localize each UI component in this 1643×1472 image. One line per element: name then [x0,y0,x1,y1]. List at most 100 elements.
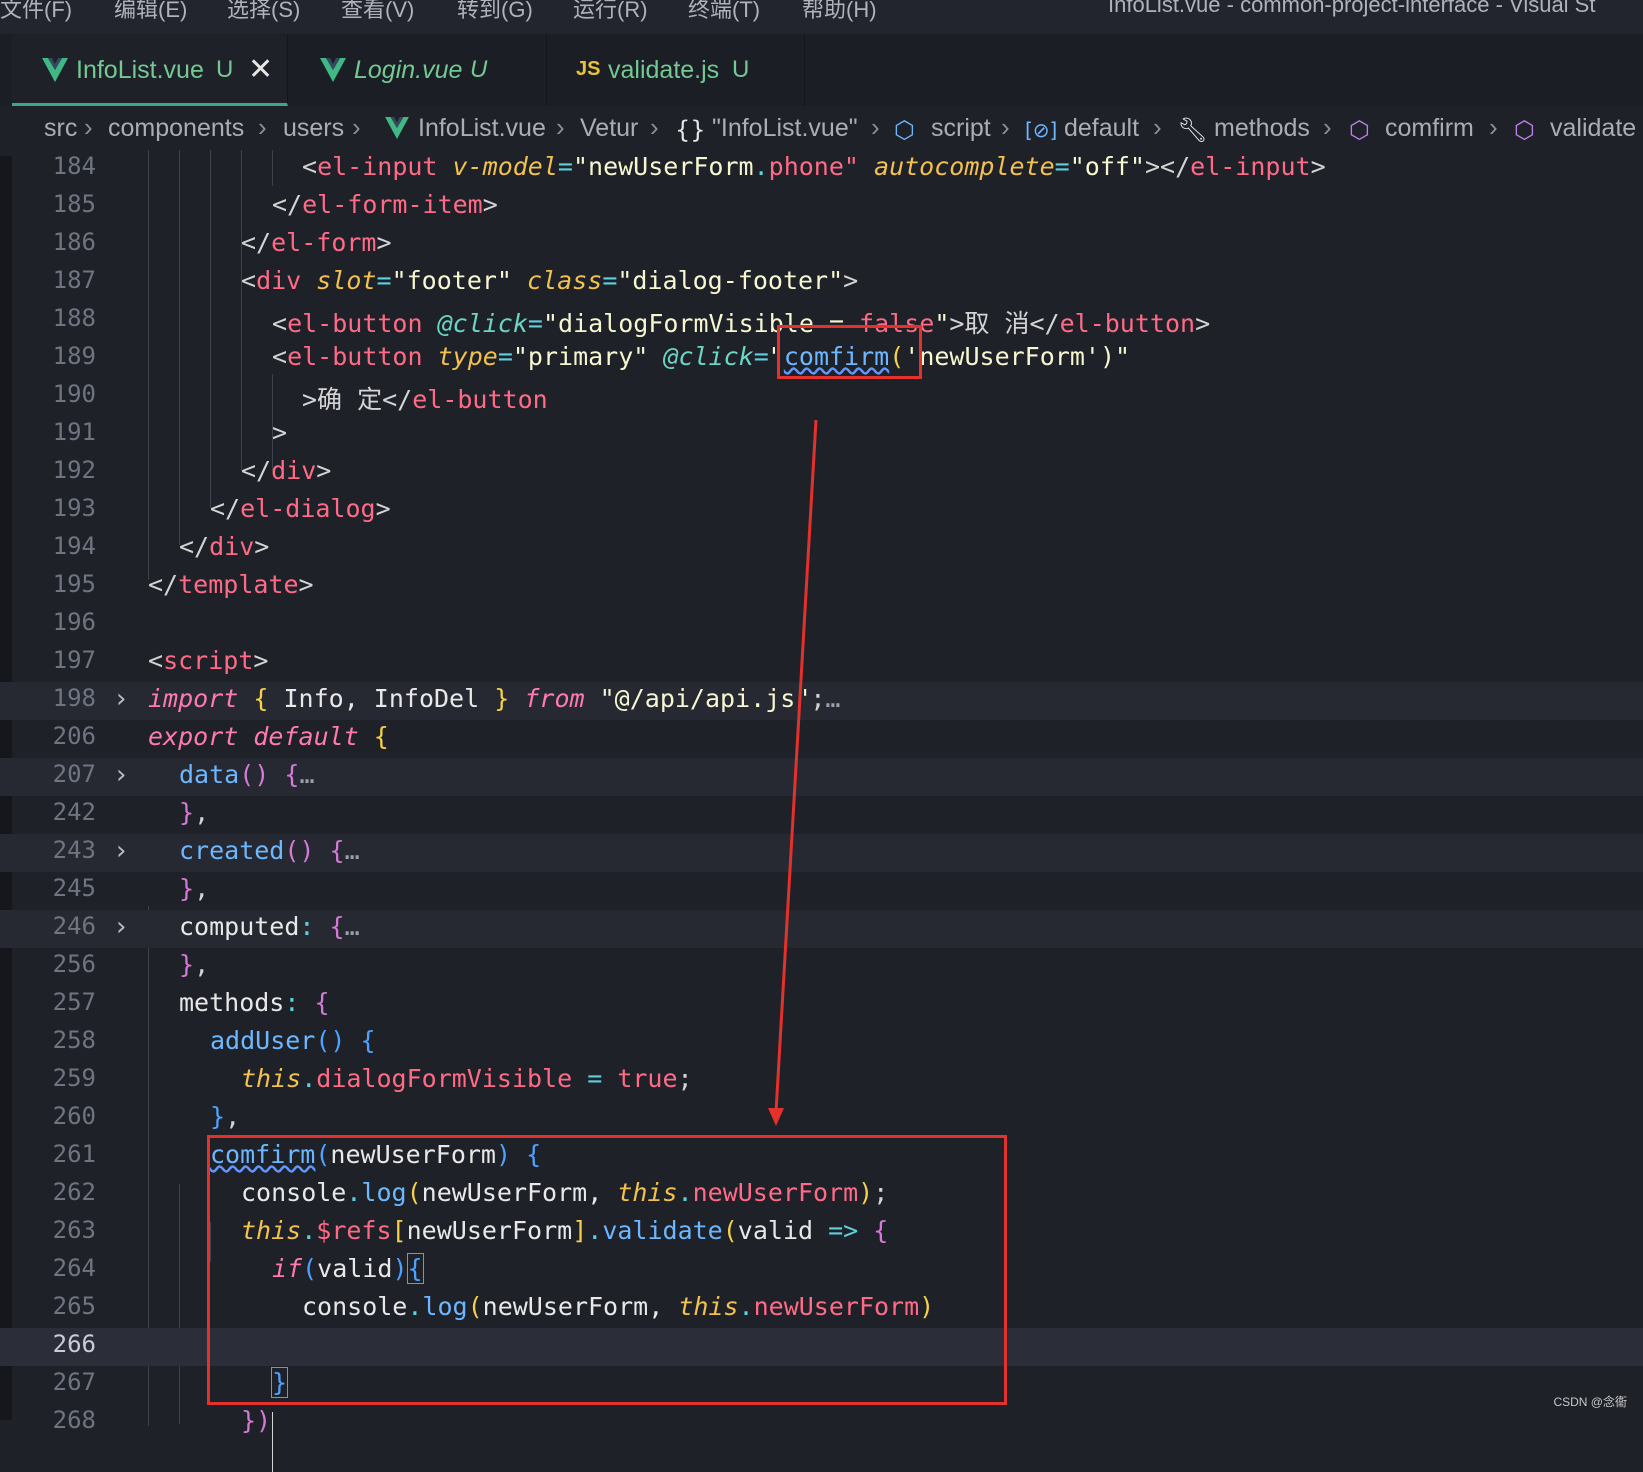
chevron-right-icon: › [1001,112,1010,142]
braces-icon: {} [675,116,706,144]
code-line[interactable]: 268 }) [0,1404,1643,1442]
code-line[interactable]: 186 </el-form> [0,226,1643,264]
chevron-right-icon: › [258,112,267,142]
code-line[interactable]: 185 </el-form-item> [0,188,1643,226]
line-number: 242 [52,798,96,826]
chevron-right-icon[interactable]: › [116,760,126,790]
code-line[interactable]: 192 </div> [0,454,1643,492]
code-text: }, [179,798,210,827]
breadcrumb: src › components › users › InfoList.vue … [0,106,1643,156]
line-number: 196 [52,608,96,636]
breadcrumb-item[interactable]: Vetur [580,114,638,143]
code-line[interactable]: 260 }, [0,1100,1643,1138]
code-line[interactable]: 242 }, [0,796,1643,834]
breadcrumb-item[interactable]: "InfoList.vue" [712,114,858,143]
code-text: </el-form> [241,228,392,257]
code-text: >确 定</el-button [302,385,548,414]
line-number: 198 [52,684,96,712]
code-line[interactable]: 190 >确 定</el-button [0,378,1643,416]
line-number: 264 [52,1254,96,1282]
chevron-right-icon[interactable]: › [116,912,126,942]
code-text: > [272,418,288,447]
untracked-badge: U [470,56,488,83]
breadcrumb-item[interactable]: comfirm [1385,114,1474,143]
breadcrumb-item[interactable]: src [44,114,77,143]
code-text: import { Info, InfoDel } from "@/api/api… [148,684,841,713]
menu-view[interactable]: 查看(V) [341,0,414,24]
tab-login-vue[interactable]: Login.vue U [288,34,547,106]
code-line[interactable]: 246 › computed: {… [0,910,1643,948]
menu-help[interactable]: 帮助(H) [802,0,877,24]
line-number: 190 [52,380,96,408]
menu-run[interactable]: 运行(R) [573,0,648,24]
breadcrumb-item[interactable]: components [108,114,244,143]
vue-icon [385,117,409,139]
breadcrumb-item[interactable]: methods [1214,114,1310,143]
tab-bar: InfoList.vue U ✕ Login.vue U JS validate… [0,34,1643,106]
menu-go[interactable]: 转到(G) [457,0,533,24]
line-number: 243 [52,836,96,864]
line-number: 245 [52,874,96,902]
breadcrumb-item[interactable]: InfoList.vue [418,114,546,143]
code-line[interactable]: 256 }, [0,948,1643,986]
line-number: 188 [52,304,96,332]
tab-label: validate.js [608,56,720,84]
code-line[interactable]: 258 addUser() { [0,1024,1643,1062]
line-number: 197 [52,646,96,674]
menu-file[interactable]: 文件(F) [0,0,72,24]
code-text: </template> [148,570,314,599]
code-line[interactable]: 193 </el-dialog> [0,492,1643,530]
chevron-right-icon[interactable]: › [116,684,126,714]
line-number: 194 [52,532,96,560]
code-line[interactable]: 187 <div slot="footer" class="dialog-foo… [0,264,1643,302]
tab-label: Login.vue [354,56,463,84]
breadcrumb-item[interactable]: script [931,114,991,143]
tab-infolist-vue[interactable]: InfoList.vue U ✕ [12,34,288,106]
menu-selection[interactable]: 选择(S) [227,0,300,24]
breadcrumb-item[interactable]: validate [1550,114,1636,143]
code-text: <script> [148,646,269,675]
menu-edit[interactable]: 编辑(E) [114,0,187,24]
chevron-right-icon: › [84,112,93,142]
code-text: }, [179,874,210,903]
code-line[interactable]: 191 > [0,416,1643,454]
code-text: </div> [179,532,270,561]
line-number: 187 [52,266,96,294]
code-line[interactable]: 195 </template> [0,568,1643,606]
tab-validate-js[interactable]: JS validate.js U [546,34,805,106]
line-number: 207 [52,760,96,788]
code-line[interactable]: 245 }, [0,872,1643,910]
code-text: data() {… [179,760,315,789]
untracked-badge: U [216,56,234,83]
breadcrumb-item[interactable]: users [283,114,344,143]
annotation-box-method [207,1135,1007,1405]
line-number: 186 [52,228,96,256]
chevron-right-icon[interactable]: › [116,836,126,866]
code-line[interactable]: 243 › created() {… [0,834,1643,872]
menu-terminal[interactable]: 终端(T) [688,0,760,24]
code-line[interactable]: 197 <script> [0,644,1643,682]
close-icon[interactable]: ✕ [248,52,273,87]
variable-icon: [⊘] [1025,118,1058,142]
line-number: 265 [52,1292,96,1320]
code-line[interactable]: 194 </div> [0,530,1643,568]
menubar: 文件(F) 编辑(E) 选择(S) 查看(V) 转到(G) 运行(R) 终端(T… [0,0,1643,34]
code-text: computed: {… [179,912,360,941]
vue-icon [42,58,68,82]
window-title: InfoList.vue - common-project-interface … [1108,0,1596,17]
code-line[interactable]: 259 this.dialogFormVisible = true; [0,1062,1643,1100]
code-line[interactable]: 257 methods: { [0,986,1643,1024]
line-number: 262 [52,1178,96,1206]
code-text: <el-button @click="dialogFormVisible = f… [272,309,1211,338]
code-line[interactable]: 196 [0,606,1643,644]
code-line[interactable]: 206 export default { [0,720,1643,758]
code-line[interactable]: 207 › data() {… [0,758,1643,796]
breadcrumb-item[interactable]: default [1064,114,1139,143]
code-line[interactable]: 198 › import { Info, InfoDel } from "@/a… [0,682,1643,720]
line-number: 267 [52,1368,96,1396]
code-text: <el-button type="primary" @click="comfir… [272,342,1131,371]
code-text: <div slot="footer" class="dialog-footer"… [241,266,859,295]
code-line[interactable]: 184 <el-input v-model="newUserForm.phone… [0,150,1643,188]
code-text: }) [241,1406,272,1435]
line-number: 185 [52,190,96,218]
